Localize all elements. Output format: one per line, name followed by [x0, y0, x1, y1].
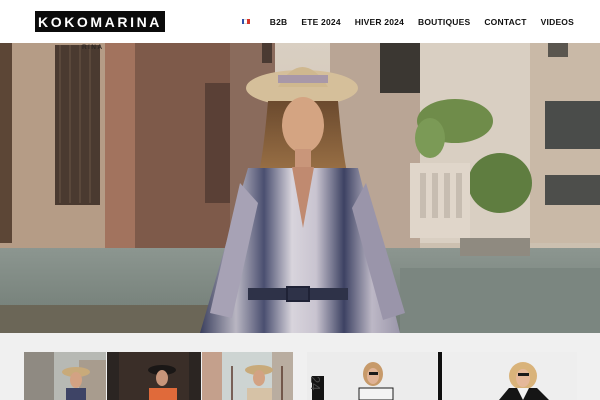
nav-item-boutiques[interactable]: BOUTIQUES [418, 17, 470, 27]
french-flag-icon[interactable] [241, 19, 250, 24]
collection-thumb-1-image [24, 352, 106, 400]
collection-thumb-5[interactable] [443, 352, 577, 400]
collection-thumb-1[interactable] [24, 352, 106, 400]
collection-thumb-2-image [107, 352, 201, 400]
nav-item-contact[interactable]: CONTACT [484, 17, 526, 27]
site-header: KOKOMARINA B2B ETE 2024 HIVER 2024 BOUTI… [0, 0, 600, 43]
collection-thumb-3[interactable] [202, 352, 293, 400]
hero-banner[interactable]: RINA [0, 43, 600, 333]
page: KOKOMARINA B2B ETE 2024 HIVER 2024 BOUTI… [0, 0, 600, 400]
collection-thumb-3-image [202, 352, 293, 400]
nav-item-b2b[interactable]: B2B [270, 17, 288, 27]
main-nav: B2B ETE 2024 HIVER 2024 BOUTIQUES CONTAC… [241, 0, 574, 43]
collection-badge: 24 [308, 376, 323, 391]
collection-thumb-5-image [443, 352, 577, 400]
hero-photo [0, 43, 600, 333]
divider [438, 352, 442, 400]
collection-strip: 24 [0, 333, 600, 400]
collection-thumb-4-image [307, 352, 437, 400]
hero-caption: RINA [82, 44, 104, 51]
nav-item-videos[interactable]: VIDEOS [541, 17, 574, 27]
collection-thumb-2[interactable] [107, 352, 201, 400]
site-logo[interactable]: KOKOMARINA [35, 11, 165, 32]
nav-item-ete-2024[interactable]: ETE 2024 [301, 17, 340, 27]
nav-item-hiver-2024[interactable]: HIVER 2024 [355, 17, 404, 27]
collection-thumb-4[interactable]: 24 [307, 352, 437, 400]
